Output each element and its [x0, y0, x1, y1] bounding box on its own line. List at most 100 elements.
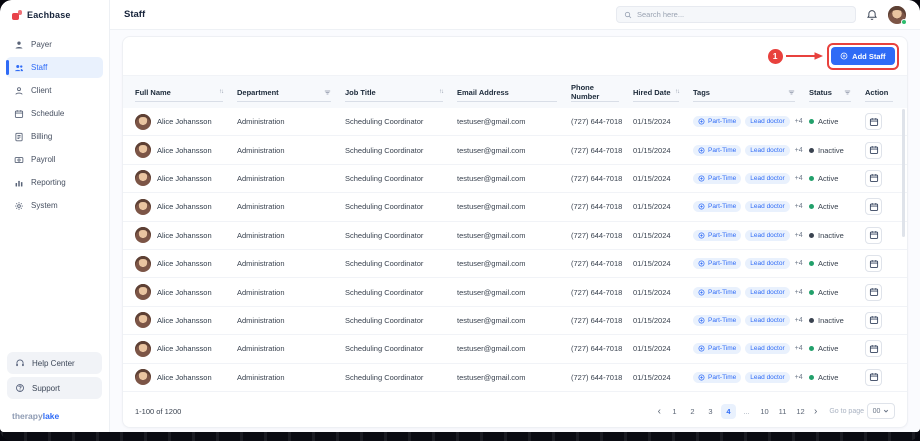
tag-pill-lead-doctor[interactable]: Lead doctor [745, 371, 790, 383]
tag-pill-part-time[interactable]: Part-Time [693, 343, 742, 355]
extra-tags-count[interactable]: +4 [794, 289, 803, 296]
sidebar-item-billing[interactable]: Billing [6, 126, 103, 147]
sidebar-item-payroll[interactable]: Payroll [6, 149, 103, 170]
tag-pill-part-time[interactable]: Part-Time [693, 144, 742, 156]
tag-pill-part-time[interactable]: Part-Time [693, 116, 742, 128]
tag-pill-part-time[interactable]: Part-Time [693, 201, 742, 213]
table-row[interactable]: Alice Johansson Administration Schedulin… [123, 165, 907, 194]
table-row[interactable]: Alice Johansson Administration Schedulin… [123, 278, 907, 307]
sidebar-item-staff[interactable]: Staff [6, 57, 103, 78]
extra-tags-count[interactable]: +4 [794, 232, 803, 239]
tag-pill-part-time[interactable]: Part-Time [693, 286, 742, 298]
tag-pill-lead-doctor[interactable]: Lead doctor [745, 116, 790, 128]
filter-icon[interactable] [844, 89, 851, 96]
sidebar-item-schedule[interactable]: Schedule [6, 103, 103, 124]
table-row[interactable]: Alice Johansson Administration Schedulin… [123, 335, 907, 364]
sidebar-item-system[interactable]: System [6, 195, 103, 216]
search-box[interactable] [616, 6, 856, 23]
table-row[interactable]: Alice Johansson Administration Schedulin… [123, 307, 907, 336]
tag-label: Part-Time [708, 118, 737, 126]
sidebar-item-reporting[interactable]: Reporting [6, 172, 103, 193]
search-input[interactable] [637, 10, 848, 19]
pagination-page-11[interactable]: 11 [775, 404, 790, 419]
sidebar-item-help-center[interactable]: Help Center [7, 352, 102, 374]
table-row[interactable]: Alice Johansson Administration Schedulin… [123, 364, 907, 392]
tag-pill-part-time[interactable]: Part-Time [693, 258, 742, 270]
extra-tags-count[interactable]: +4 [794, 175, 803, 182]
extra-tags-count[interactable]: +4 [794, 317, 803, 324]
table-row[interactable]: Alice Johansson Administration Schedulin… [123, 250, 907, 279]
table-row[interactable]: Alice Johansson Administration Schedulin… [123, 108, 907, 137]
calendar-action-button[interactable] [865, 113, 882, 131]
cell-phone: (727) 644-7018 [571, 145, 623, 155]
reporting-icon [14, 178, 24, 188]
tag-pill-lead-doctor[interactable]: Lead doctor [745, 314, 790, 326]
tag-pill-lead-doctor[interactable]: Lead doctor [745, 229, 790, 241]
tag-pill-lead-doctor[interactable]: Lead doctor [745, 201, 790, 213]
pagination-page-3[interactable]: 3 [703, 404, 718, 419]
column-header-status[interactable]: Status [809, 76, 865, 108]
sidebar-item-support[interactable]: Support [7, 377, 102, 399]
calendar-action-button[interactable] [865, 198, 882, 216]
pagination-page-4[interactable]: 4 [721, 403, 737, 419]
tag-pill-part-time[interactable]: Part-Time [693, 314, 742, 326]
calendar-action-button[interactable] [865, 368, 882, 386]
payer-icon [14, 40, 24, 50]
calendar-action-button[interactable] [865, 255, 882, 273]
pagination-page-1[interactable]: 1 [667, 404, 682, 419]
column-header-full-name[interactable]: Full Name ↑↓ [123, 76, 237, 108]
column-header-tags[interactable]: Tags [693, 76, 809, 108]
calendar-action-button[interactable] [865, 283, 882, 301]
next-page-button[interactable]: › [811, 406, 820, 417]
pagination-page-2[interactable]: 2 [685, 404, 700, 419]
bell-icon[interactable] [866, 9, 878, 21]
calendar-action-button[interactable] [865, 340, 882, 358]
calendar-action-button[interactable] [865, 311, 882, 329]
pagination-page-10[interactable]: 10 [757, 404, 772, 419]
table-row[interactable]: Alice Johansson Administration Schedulin… [123, 222, 907, 250]
sort-icon[interactable]: ↑↓ [219, 89, 224, 95]
tag-pill-part-time[interactable]: Part-Time [693, 229, 742, 241]
add-staff-button[interactable]: Add Staff [831, 47, 895, 65]
filter-icon[interactable] [324, 89, 331, 96]
extra-tags-count[interactable]: +4 [794, 345, 803, 352]
cell-status: Inactive [809, 316, 865, 325]
pagination-page-12[interactable]: 12 [793, 404, 808, 419]
cell-email: testuser@gmail.com [457, 344, 526, 354]
sidebar-item-payer[interactable]: Payer [6, 34, 103, 55]
tag-pill-lead-doctor[interactable]: Lead doctor [745, 172, 790, 184]
extra-tags-count[interactable]: +4 [794, 374, 803, 381]
extra-tags-count[interactable]: +4 [794, 118, 803, 125]
sort-icon[interactable]: ↑↓ [439, 89, 444, 95]
circle-plus-icon [698, 260, 705, 267]
go-to-page-select[interactable]: 00 [867, 403, 895, 419]
app-logo[interactable]: Eachbase [0, 0, 109, 32]
staff-icon [14, 63, 24, 73]
tag-label: Lead doctor [750, 316, 785, 324]
tag-pill-lead-doctor[interactable]: Lead doctor [745, 144, 790, 156]
extra-tags-count[interactable]: +4 [794, 147, 803, 154]
tag-pill-part-time[interactable]: Part-Time [693, 371, 742, 383]
column-header-job-title[interactable]: Job Title ↑↓ [345, 76, 457, 108]
pagination-range: 1-100 of 1200 [135, 406, 182, 416]
filter-icon[interactable] [788, 89, 795, 96]
user-avatar[interactable] [888, 5, 907, 25]
extra-tags-count[interactable]: +4 [794, 203, 803, 210]
prev-page-button[interactable]: ‹ [655, 406, 664, 417]
calendar-action-button[interactable] [865, 169, 882, 187]
calendar-action-button[interactable] [865, 141, 882, 159]
sidebar-item-client[interactable]: Client [6, 80, 103, 101]
tag-pill-part-time[interactable]: Part-Time [693, 172, 742, 184]
extra-tags-count[interactable]: +4 [794, 260, 803, 267]
cell-tags: Part-Time Lead doctor +4 [693, 144, 809, 156]
calendar-action-button[interactable] [865, 226, 882, 244]
table-scrollbar[interactable] [902, 109, 905, 237]
column-header-department[interactable]: Department [237, 76, 345, 108]
table-row[interactable]: Alice Johansson Administration Schedulin… [123, 136, 907, 165]
table-row[interactable]: Alice Johansson Administration Schedulin… [123, 193, 907, 222]
tag-pill-lead-doctor[interactable]: Lead doctor [745, 258, 790, 270]
sort-icon[interactable]: ↑↓ [675, 89, 680, 95]
tag-pill-lead-doctor[interactable]: Lead doctor [745, 286, 790, 298]
column-header-hired-date[interactable]: Hired Date ↑↓ [633, 76, 693, 108]
tag-pill-lead-doctor[interactable]: Lead doctor [745, 343, 790, 355]
